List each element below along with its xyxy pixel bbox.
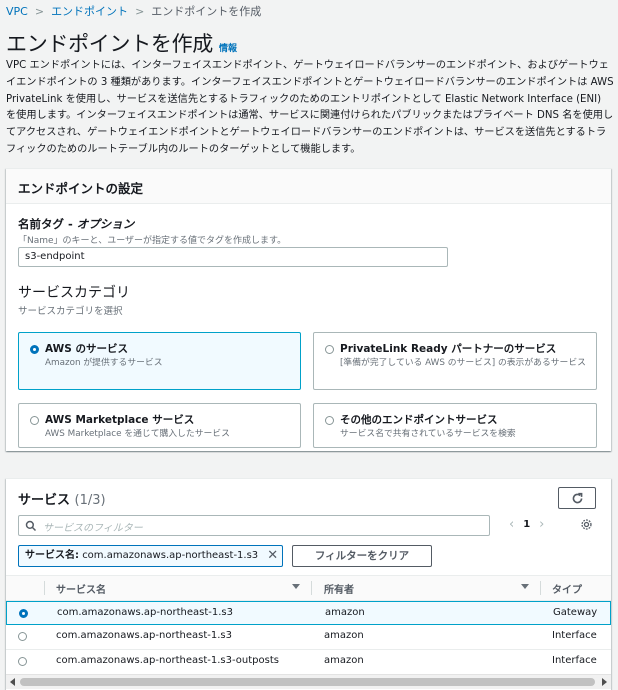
cell-type: Interface (552, 630, 597, 641)
endpoint-settings-title: エンドポイントの設定 (18, 181, 144, 196)
services-title-text: サービス (18, 493, 71, 508)
close-icon[interactable]: ✕ (267, 546, 278, 566)
tile-title: PrivateLink Ready パートナーのサービス (340, 343, 557, 355)
cell-owner: amazon (324, 655, 364, 666)
tile-description: サービス名で共有されているサービスを検索 (340, 429, 516, 439)
cell-service-name: com.amazonaws.ap-northeast-1.s3-outposts (56, 655, 279, 666)
scroll-left-icon[interactable] (10, 678, 15, 686)
breadcrumb-vpc-link[interactable]: VPC (6, 5, 28, 18)
endpoint-settings-panel: エンドポイントの設定 名前タグ - オプション 「Name」のキーと、ユーザーが… (6, 168, 611, 451)
cell-service-name: com.amazonaws.ap-northeast-1.s3 (57, 607, 233, 618)
chevron-right-icon: > (135, 5, 145, 18)
breadcrumb-endpoints-link[interactable]: エンドポイント (51, 5, 128, 18)
column-divider (311, 581, 312, 595)
tile-description: Amazon が提供するサービス (45, 358, 163, 368)
filter-token-key: サービス名: (25, 550, 79, 561)
tile-title: その他のエンドポイントサービス (340, 414, 498, 426)
search-icon (25, 520, 37, 532)
scrollbar-thumb[interactable] (20, 678, 595, 686)
cell-type: Gateway (553, 607, 598, 618)
radio-button[interactable] (325, 416, 334, 425)
category-tile-other-endpoint-services[interactable]: その他のエンドポイントサービス サービス名で共有されているサービスを検索 (313, 403, 597, 448)
services-table: サービス名 所有者 タイプ com.amazonaws.ap-northeast… (6, 575, 611, 675)
radio-button[interactable] (30, 345, 39, 354)
table-row[interactable]: com.amazonaws.ap-northeast-1.s3-outposts… (6, 650, 611, 675)
refresh-icon (572, 492, 582, 503)
table-header: サービス名 所有者 タイプ (6, 575, 611, 601)
service-category-description: サービスカテゴリを選択 (18, 306, 123, 317)
cell-type: Interface (552, 655, 597, 666)
pagination: ‹ 1 › (509, 517, 544, 532)
cell-service-name: com.amazonaws.ap-northeast-1.s3 (56, 630, 232, 641)
sort-icon[interactable] (292, 584, 300, 589)
services-title: サービス (1/3) (18, 489, 106, 508)
cell-owner: amazon (325, 607, 365, 618)
service-filter-input[interactable]: サービスのフィルター (18, 515, 490, 536)
column-header-type[interactable]: タイプ (552, 581, 582, 596)
chevron-left-icon[interactable]: ‹ (509, 517, 514, 532)
table-row[interactable]: com.amazonaws.ap-northeast-1.s3 amazon G… (6, 601, 611, 625)
gear-icon[interactable] (580, 518, 593, 531)
tile-title: AWS のサービス (45, 343, 128, 355)
row-radio-button[interactable] (18, 657, 27, 666)
page-header: エンドポイントを作成 情報 (6, 28, 237, 58)
service-category-heading: サービスカテゴリ (18, 285, 130, 301)
breadcrumb-current: エンドポイントを作成 (151, 5, 262, 18)
tile-title: AWS Marketplace サービス (45, 414, 195, 426)
page-description: VPC エンドポイントには、インターフェイスエンドポイント、ゲートウェイロードバ… (6, 60, 614, 155)
table-row[interactable]: com.amazonaws.ap-northeast-1.s3 amazon I… (6, 625, 611, 650)
filter-token-value: com.amazonaws.ap-northeast-1.s3 (82, 550, 259, 561)
filter-token: サービス名: com.amazonaws.ap-northeast-1.s3 ✕ (18, 545, 284, 567)
name-tag-description: 「Name」のキーと、ユーザーが指定する値でタグを作成します。 (18, 236, 287, 246)
chevron-right-icon: > (34, 5, 45, 18)
clear-filter-button[interactable]: フィルターをクリア (292, 545, 432, 567)
cell-owner: amazon (324, 630, 364, 641)
column-divider (44, 581, 45, 595)
breadcrumb: VPC > エンドポイント > エンドポイントを作成 (6, 3, 261, 19)
refresh-button[interactable] (558, 487, 596, 509)
tile-description: AWS Marketplace を通じて購入したサービス (45, 429, 230, 439)
horizontal-scrollbar[interactable] (6, 674, 611, 689)
name-tag-label-text: 名前タグ - (18, 217, 77, 231)
column-header-owner[interactable]: 所有者 (324, 581, 354, 596)
column-header-service-name[interactable]: サービス名 (56, 581, 106, 596)
category-tile-privatelink-partners[interactable]: PrivateLink Ready パートナーのサービス [準備が完了している … (313, 332, 597, 390)
optional-label: オプション (76, 217, 135, 231)
row-radio-button[interactable] (18, 632, 27, 641)
radio-button[interactable] (30, 416, 39, 425)
category-tile-marketplace[interactable]: AWS Marketplace サービス AWS Marketplace を通じ… (18, 403, 301, 448)
category-tile-aws-services[interactable]: AWS のサービス Amazon が提供するサービス (18, 332, 301, 390)
name-tag-label: 名前タグ - オプション (18, 216, 134, 232)
search-placeholder: サービスのフィルター (43, 523, 143, 534)
tile-description: [準備が完了している AWS のサービス] の表示があるサービス (340, 358, 586, 368)
sort-icon[interactable] (521, 584, 529, 589)
name-tag-input[interactable]: s3-endpoint (18, 247, 448, 267)
chevron-right-icon[interactable]: › (539, 517, 544, 532)
info-link[interactable]: 情報 (219, 41, 237, 54)
page-number[interactable]: 1 (523, 519, 530, 530)
page-title: エンドポイントを作成 (6, 32, 213, 56)
services-count: (1/3) (74, 493, 106, 508)
column-divider (540, 581, 541, 595)
services-panel: サービス (1/3) サービスのフィルター ‹ 1 › サービス名: com.a… (6, 478, 611, 690)
radio-button[interactable] (325, 345, 334, 354)
scroll-right-icon[interactable] (602, 678, 607, 686)
row-radio-button[interactable] (19, 609, 28, 618)
